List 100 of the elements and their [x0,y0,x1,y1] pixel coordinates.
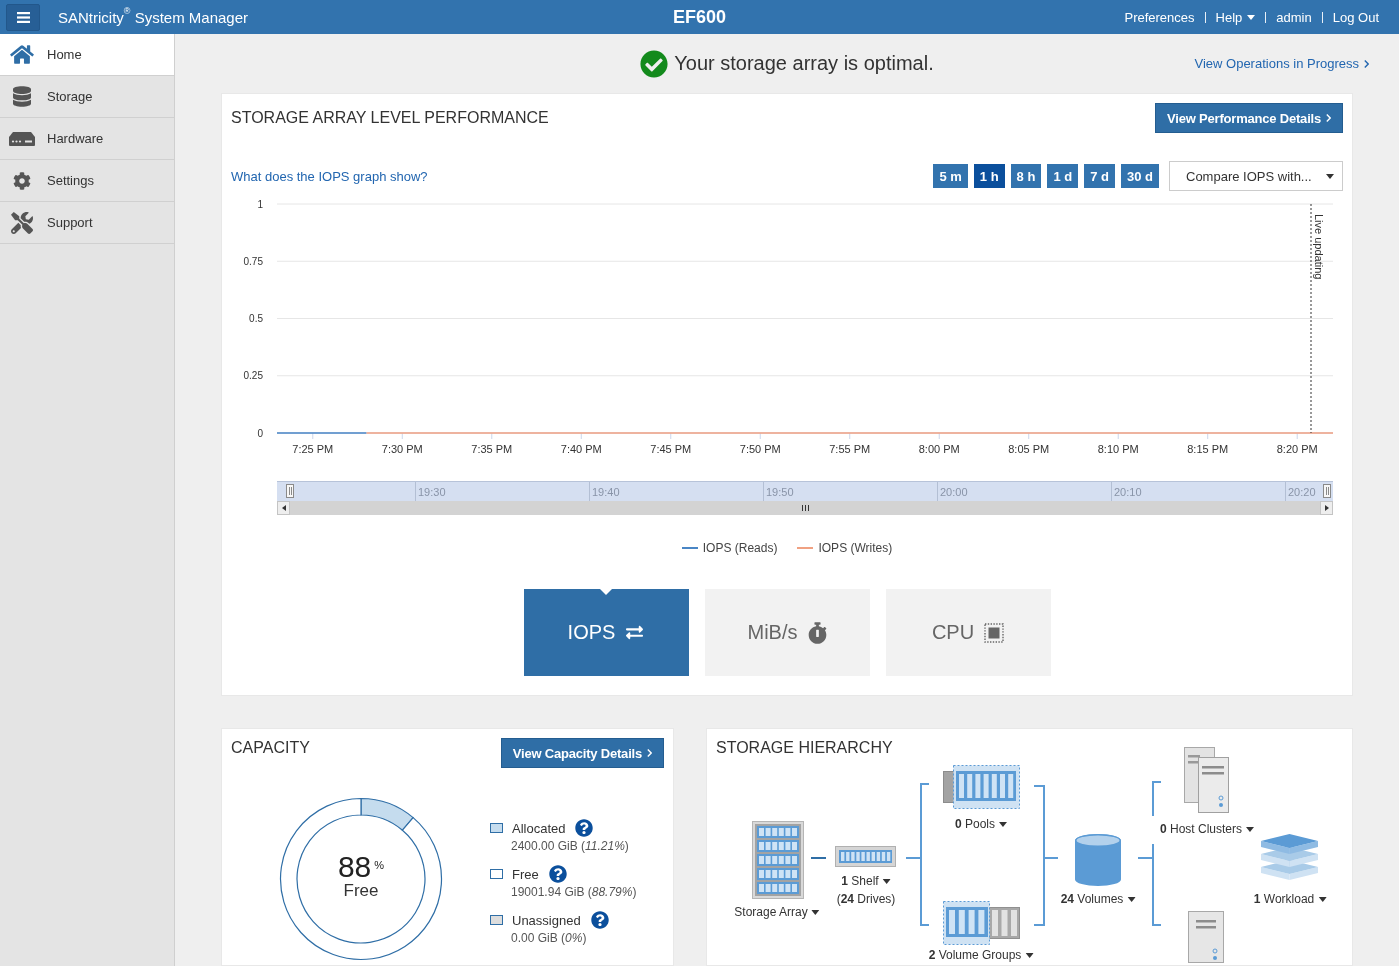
caret-icon [1127,896,1136,902]
caret-icon [1318,896,1327,902]
storage-array-icon [752,821,804,899]
card-title: STORAGE ARRAY LEVEL PERFORMANCE [231,108,549,128]
axis-label: 7:35 PM [471,443,513,455]
legend-value: 2400.00 GiB (11.21%) [511,838,630,854]
chevron-right-icon [1326,114,1331,122]
axis-label: 8:10 PM [1097,443,1139,455]
axis-label: 8:05 PM [1008,443,1050,455]
chip-icon [984,622,1005,643]
database-icon [13,86,31,107]
legend-label: IOPS (Reads) [702,541,778,555]
axis-label: 8:20 PM [1276,443,1318,455]
card-title: CAPACITY [231,738,310,758]
help-icon[interactable] [590,911,609,929]
node-dropdown[interactable]: 0 Pools [955,817,1007,831]
chevron-right-icon [1364,59,1369,68]
range-button[interactable]: 8 h [1010,164,1042,188]
range-button[interactable]: 1 h [973,164,1005,188]
node-dropdown[interactable]: Storage Array [734,905,820,919]
pool-icon [943,765,1020,809]
header-link[interactable]: Log Out [1332,9,1379,25]
legend-label: Allocated [512,820,566,836]
axis-label: 7:45 PM [650,443,692,455]
navigator-label: 19:30 [418,485,446,498]
range-handle[interactable] [286,484,294,498]
caret-icon [882,878,891,884]
help-icon[interactable] [575,819,594,837]
menu-icon [16,11,30,23]
compare-dropdown[interactable]: Compare IOPS with... [1169,161,1343,191]
range-button[interactable]: 7 d [1084,164,1115,188]
connector-line [810,857,827,859]
operations-link[interactable]: View Operations in Progress [1194,56,1369,71]
range-handle[interactable] [1323,484,1331,498]
settings-icon [13,171,31,190]
axis-label: 7:40 PM [560,443,602,455]
header-link[interactable]: Preferences [1124,9,1195,25]
legend-value: 19001.94 GiB (88.79%) [511,884,637,900]
navigator-label: 20:10 [1114,485,1142,498]
scrollbar[interactable] [277,501,1333,515]
help-link[interactable]: What does the IOPS graph show? [231,168,428,184]
legend-value: 0.00 GiB (0%) [511,930,588,946]
navigator-label: 20:20 [1288,485,1316,498]
arrow-left-icon [281,505,286,511]
legend-label: Unassigned [512,912,581,928]
array-name: EF600 [672,6,726,28]
node-dropdown[interactable]: 1 Shelf [841,874,891,888]
axis-label: 7:30 PM [381,443,423,455]
details-button[interactable]: View Capacity Details [500,738,664,768]
tools-icon [11,211,33,234]
nav-item[interactable]: Home [0,34,174,76]
range-button[interactable]: 1 d [1047,164,1079,188]
connector-line [1043,857,1059,859]
cylinder-icon [1074,833,1122,887]
status-message: Your storage array is optimal. [674,52,934,75]
axis-label: 7:50 PM [739,443,781,455]
live-updating-label: Live updating [1313,214,1325,280]
layers-icon [1261,834,1318,881]
home-icon [10,44,34,65]
swap-arrows-icon [625,624,645,641]
caret-icon [1247,14,1256,20]
grip-icon [801,505,809,511]
scroll-left-button[interactable] [277,501,290,515]
node-dropdown[interactable]: 24 Volumes [1060,892,1136,906]
legend-label: Free [512,866,539,882]
range-button[interactable]: 30 d [1121,164,1159,188]
app-title: SANtricity$^{®}$ System Manager [58,8,249,26]
caret-icon [1025,952,1034,958]
details-button[interactable]: View Performance Details [1155,103,1343,133]
node-dropdown[interactable]: 0 Host Clusters [1160,822,1254,836]
axis-label: 0.5 [249,313,263,324]
range-button[interactable]: 5 m [933,164,968,188]
menu-button[interactable] [6,3,40,31]
scroll-right-button[interactable] [1320,501,1333,515]
header-menu[interactable]: Help [1215,9,1256,25]
device-icon [9,131,35,146]
node-dropdown[interactable]: 1 Workload [1253,892,1327,906]
arrow-right-icon [1324,505,1329,511]
axis-label: 8:15 PM [1187,443,1229,455]
navigator-label: 20:00 [940,485,968,498]
connector-line [905,857,922,859]
metric-tab[interactable]: CPU [885,589,1051,676]
chevron-right-icon [647,749,652,757]
metric-tab[interactable]: MiB/s [704,589,870,676]
connector-line [1137,857,1154,859]
metric-tab[interactable]: IOPS [523,589,689,676]
axis-label: 0 [257,427,263,439]
drive-shelf-icon [835,846,896,867]
axis-label: 7:25 PM [292,443,334,455]
axis-label: 8:00 PM [918,443,960,455]
help-icon[interactable] [548,865,567,883]
node-dropdown[interactable]: 2 Volume Groups [928,948,1034,962]
axis-label: 7:55 PM [829,443,871,455]
axis-label: 1 [257,198,263,210]
navigator-label: 19:50 [766,485,794,498]
header-link[interactable]: admin [1276,9,1312,25]
stopwatch-icon [807,621,827,644]
server-icon [1188,911,1224,963]
volume-group-icon [943,901,1020,945]
card-title: STORAGE HIERARCHY [716,738,894,758]
